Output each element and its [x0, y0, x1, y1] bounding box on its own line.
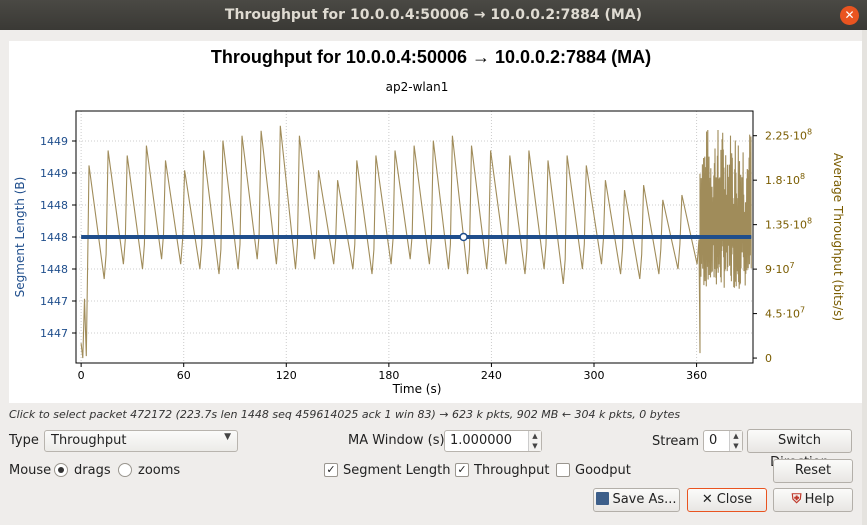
y-right-axis-label: Average Throughput (bits/s)	[831, 153, 845, 321]
close-icon[interactable]: ✕	[840, 6, 859, 25]
chart-title: Throughput for 10.0.0.4:50006 → 10.0.0.2…	[211, 47, 651, 67]
y-left-axis-label: Segment Length (B)	[13, 177, 27, 298]
ma-window-value: 1.000000	[450, 433, 513, 448]
zooms-radio[interactable]	[118, 463, 132, 477]
segment-length-label: Segment Length	[343, 463, 451, 478]
spin-arrows-icon[interactable]: ▲ ▼	[729, 431, 742, 451]
throughput-label: Throughput	[474, 463, 550, 478]
x-tick-label: 300	[584, 369, 605, 382]
y-right-tick-label: 9·107	[765, 261, 795, 276]
x-tick-label: 0	[78, 369, 85, 382]
stream-value: 0	[709, 433, 718, 448]
y-left-tick-label: 1447	[40, 295, 68, 308]
help-button[interactable]: ⛨ Help	[773, 488, 853, 512]
drags-radio[interactable]	[54, 463, 68, 477]
close-x-icon: ✕	[701, 492, 713, 507]
x-tick-label: 240	[481, 369, 502, 382]
x-axis-label: Time (s)	[392, 382, 442, 396]
ma-window-input[interactable]: 1.000000 ▲ ▼	[444, 430, 542, 452]
spin-arrows-icon[interactable]: ▲ ▼	[528, 431, 541, 451]
y-right-tick-label: 1.35·108	[765, 217, 812, 232]
y-right-tick-label: 0	[765, 352, 772, 365]
mouse-label: Mouse	[9, 463, 52, 478]
title-bar: Throughput for 10.0.0.4:50006 → 10.0.0.2…	[0, 0, 867, 30]
dialog-window: Throughput for 10.0.0.4:50006 → 10.0.0.2…	[0, 0, 867, 525]
chart-subtitle: ap2-wlan1	[386, 80, 449, 94]
throughput-checkbox[interactable]: ✓	[455, 463, 469, 477]
y-left-tick-label: 1448	[40, 263, 68, 276]
ma-window-label: MA Window (s)	[348, 433, 445, 448]
type-select[interactable]: Throughput ▼	[44, 430, 238, 452]
save-as-button[interactable]: Save As...	[593, 488, 680, 512]
status-bar-text: Click to select packet 472172 (223.7s le…	[9, 408, 681, 421]
window-title: Throughput for 10.0.0.4:50006 → 10.0.0.2…	[224, 7, 643, 23]
type-label: Type	[9, 433, 39, 448]
side-strip	[862, 30, 867, 525]
y-left-tick-label: 1448	[40, 231, 68, 244]
y-right-tick-label: 2.25·108	[765, 128, 812, 143]
throughput-chart[interactable]: Throughput for 10.0.0.4:50006 → 10.0.0.2…	[9, 41, 862, 403]
type-select-value: Throughput	[51, 433, 127, 448]
segment-length-checkbox[interactable]: ✓	[324, 463, 338, 477]
y-left-tick-label: 1449	[40, 135, 68, 148]
throughput-series-line	[80, 125, 752, 359]
stream-input[interactable]: 0 ▲ ▼	[703, 430, 743, 452]
x-tick-label: 120	[276, 369, 297, 382]
goodput-checkbox[interactable]	[556, 463, 570, 477]
save-icon	[596, 492, 610, 505]
close-button[interactable]: ✕ Close	[687, 488, 767, 512]
stream-label: Stream	[652, 434, 700, 449]
close-label: Close	[716, 492, 753, 507]
x-tick-label: 360	[686, 369, 707, 382]
x-tick-label: 180	[378, 369, 399, 382]
selected-packet-marker	[459, 232, 468, 242]
help-icon: ⛨	[791, 492, 802, 507]
plot-area[interactable]: Throughput for 10.0.0.4:50006 → 10.0.0.2…	[9, 41, 862, 403]
reset-button[interactable]: Reset	[773, 459, 853, 483]
save-as-label: Save As...	[612, 492, 677, 507]
goodput-label: Goodput	[575, 463, 631, 478]
help-label: Help	[804, 492, 835, 507]
chevron-down-icon: ▼	[224, 432, 231, 442]
y-left-tick-label: 1448	[40, 199, 68, 212]
x-tick-label: 60	[177, 369, 191, 382]
y-right-tick-label: 1.8·108	[765, 172, 805, 187]
y-left-tick-label: 1447	[40, 327, 68, 340]
y-left-tick-label: 1449	[40, 167, 68, 180]
drags-label: drags	[74, 463, 111, 478]
zooms-label: zooms	[138, 463, 181, 478]
switch-direction-button[interactable]: Switch Direction	[747, 429, 852, 470]
y-right-tick-label: 4.5·107	[765, 306, 805, 321]
